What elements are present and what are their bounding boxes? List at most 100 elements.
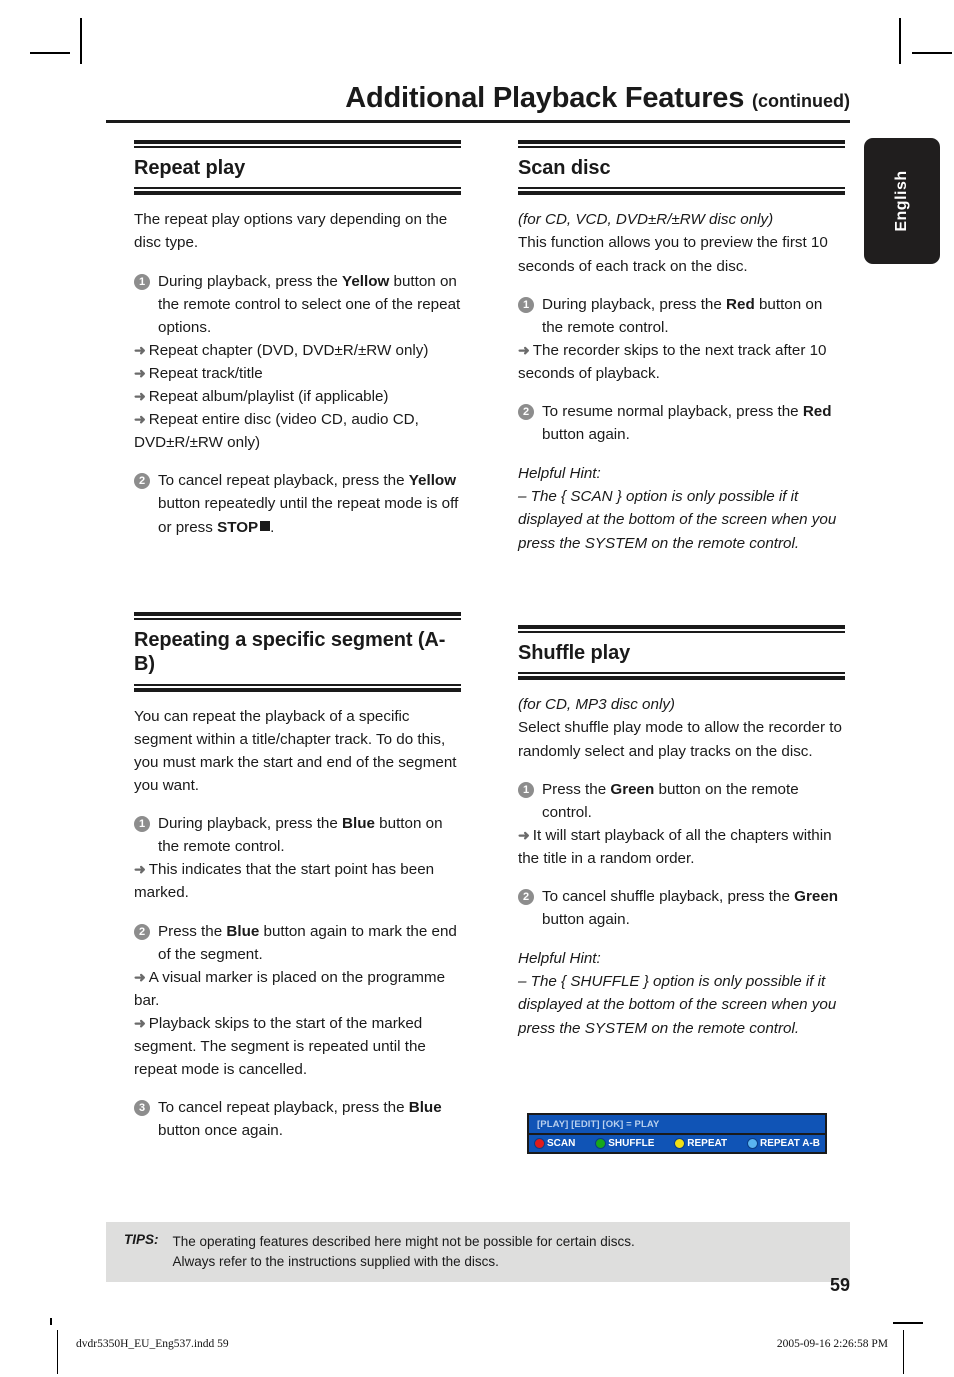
section-body: The repeat play options vary depending o… bbox=[134, 208, 461, 538]
step-result-line: ➜ A visual marker is placed on the progra… bbox=[134, 966, 461, 1012]
section-heading: Repeat play bbox=[134, 157, 246, 179]
tips-text: The operating features described here mi… bbox=[173, 1232, 635, 1271]
manual-page: Additional Playback Features (continued)… bbox=[0, 0, 954, 1377]
step-number-badge: 2 bbox=[518, 889, 534, 906]
step-text: To cancel repeat playback, press the Blu… bbox=[158, 1099, 442, 1139]
section-intro: You can repeat the playback of a specifi… bbox=[134, 707, 457, 795]
osd-button-shuffle: SHUFFLE bbox=[595, 1138, 654, 1149]
osd-status-line: [PLAY] [EDIT] [OK] = PLAY bbox=[529, 1115, 825, 1133]
step-text: During playback, press the Yellow button… bbox=[158, 273, 460, 336]
step-result-text: A visual marker is placed on the program… bbox=[134, 968, 446, 1009]
helpful-hint-label: Helpful Hint: bbox=[518, 465, 601, 483]
arrow-right-icon: ➜ bbox=[134, 411, 146, 428]
language-tab: English bbox=[864, 138, 940, 264]
emphasised-term: Red bbox=[726, 295, 755, 313]
osd-button-bar: SCAN SHUFFLE REPEAT REPEAT A-B bbox=[529, 1133, 825, 1152]
tips-label: TIPS: bbox=[124, 1232, 159, 1247]
section-heading: Scan disc bbox=[518, 157, 611, 179]
page-title-main: Additional Playback Features bbox=[345, 82, 745, 114]
emphasised-term: Green bbox=[794, 888, 839, 906]
step-result-text: Repeat album/playlist (if applicable) bbox=[148, 388, 389, 406]
page-header: Additional Playback Features (continued) bbox=[106, 84, 850, 123]
imprint-filename: dvdr5350H_EU_Eng537.indd 59 bbox=[76, 1338, 229, 1350]
step-result-text: Playback skips to the start of the marke… bbox=[134, 1014, 426, 1079]
osd-button-label: REPEAT A-B bbox=[760, 1138, 820, 1149]
arrow-right-icon: ➜ bbox=[134, 341, 146, 358]
crop-mark-bottom-right bbox=[893, 1322, 923, 1324]
step-result-line: ➜ Repeat album/playlist (if applicable) bbox=[134, 385, 461, 408]
crop-mark-top-left-horizontal bbox=[30, 52, 70, 54]
osd-button-label: REPEAT bbox=[687, 1138, 728, 1149]
step-text: To resume normal playback, press the Red… bbox=[542, 403, 832, 443]
section-rule-top bbox=[518, 140, 845, 148]
arrow-right-icon: ➜ bbox=[134, 968, 146, 985]
emphasised-term: Green bbox=[610, 780, 655, 798]
step-text: During playback, press the Blue button o… bbox=[158, 815, 443, 855]
osd-screenshot: [PLAY] [EDIT] [OK] = PLAY SCAN SHUFFLE REP… bbox=[527, 1113, 827, 1154]
step-text: To cancel repeat playback, press the Yel… bbox=[158, 472, 458, 535]
step-result-line: ➜ Playback skips to the start of the mark… bbox=[134, 1012, 461, 1081]
crop-mark-top-right-vertical bbox=[899, 18, 901, 64]
section-body: (for CD, VCD, DVD±R/±RW disc only) This f… bbox=[518, 208, 845, 554]
step-result-text: Repeat entire disc (video CD, audio CD, … bbox=[134, 411, 419, 452]
emphasised-term: Red bbox=[802, 403, 832, 421]
step-number-badge: 1 bbox=[518, 781, 534, 798]
crop-mark-top-left-vertical bbox=[80, 18, 82, 64]
section-intro: The repeat play options vary depending o… bbox=[134, 211, 448, 252]
imprint-date: 2005-09-16 2:26:58 PM bbox=[776, 1338, 888, 1350]
numbered-step: 1 Press the Green button on the remote co… bbox=[518, 778, 845, 870]
helpful-hint-text: – The { SHUFFLE } option is only possibl… bbox=[518, 973, 837, 1037]
tips-box: TIPS: The operating features described h… bbox=[106, 1222, 850, 1283]
step-result-text: The recorder skips to the next track aft… bbox=[518, 341, 827, 382]
step-text: Press the Blue button again to mark the … bbox=[158, 923, 457, 963]
step-result-text: Repeat track/title bbox=[148, 364, 263, 382]
step-text-fragment: button repeatedly until the repeat mode … bbox=[158, 495, 459, 536]
step-number-badge: 1 bbox=[134, 816, 150, 833]
step-result-line: ➜ The recorder skips to the next track af… bbox=[518, 339, 845, 385]
content-section: Repeat play The repeat play options vary … bbox=[134, 140, 461, 539]
colour-dot-icon bbox=[747, 1138, 758, 1149]
arrow-right-icon: ➜ bbox=[134, 1014, 146, 1031]
title-divider bbox=[106, 120, 850, 123]
section-rule-bottom bbox=[134, 683, 461, 692]
step-text: During playback, press the Red button on… bbox=[542, 296, 822, 336]
arrow-right-icon: ➜ bbox=[134, 861, 146, 878]
language-tab-label: English bbox=[893, 170, 910, 232]
helpful-hint-label: Helpful Hint: bbox=[518, 950, 601, 968]
section-intro: Select shuffle play mode to allow the re… bbox=[518, 719, 842, 760]
content-section: Scan disc (for CD, VCD, DVD±R/±RW disc on… bbox=[518, 140, 845, 555]
colour-dot-icon bbox=[595, 1138, 607, 1149]
arrow-right-icon: ➜ bbox=[518, 826, 530, 843]
imprint-footer: dvdr5350H_EU_Eng537.indd 59 2005-09-16 2… bbox=[0, 1338, 954, 1362]
step-number-badge: 1 bbox=[134, 273, 150, 290]
section-intro: This function allows you to preview the … bbox=[518, 234, 828, 275]
step-text-fragment: During playback, press the bbox=[542, 295, 727, 313]
arrow-right-icon: ➜ bbox=[134, 364, 146, 381]
disc-compatibility-note: (for CD, MP3 disc only) bbox=[518, 696, 675, 714]
osd-button-label: SCAN bbox=[547, 1138, 576, 1149]
osd-button-repeat-a-b: REPEAT A-B bbox=[747, 1138, 820, 1149]
step-text-fragment: To cancel shuffle playback, press the bbox=[542, 888, 795, 906]
colour-dot-icon bbox=[534, 1138, 545, 1149]
step-text-fragment: To resume normal playback, press the bbox=[542, 403, 803, 421]
numbered-step: 3 To cancel repeat playback, press the Bl… bbox=[134, 1096, 461, 1142]
emphasised-term: Blue bbox=[408, 1099, 442, 1117]
section-rule-top bbox=[134, 612, 461, 620]
step-text-fragment: . bbox=[270, 518, 275, 536]
page-title-continued: (continued) bbox=[752, 91, 850, 111]
content-section: Repeating a specific segment (A-B) You ca… bbox=[134, 612, 461, 1142]
numbered-step: 2 To resume normal playback, press the Re… bbox=[518, 400, 845, 446]
arrow-right-icon: ➜ bbox=[518, 341, 530, 358]
step-text-fragment: To cancel repeat playback, press the bbox=[158, 472, 409, 490]
content-section: Shuffle play (for CD, MP3 disc only) Selec… bbox=[518, 625, 845, 1040]
emphasised-term: Yellow bbox=[342, 272, 390, 290]
step-result-line: ➜ Repeat entire disc (video CD, audio CD,… bbox=[134, 408, 461, 454]
section-body: (for CD, MP3 disc only) Select shuffle pl… bbox=[518, 693, 845, 1039]
section-rule-top bbox=[134, 140, 461, 148]
section-rule-bottom bbox=[518, 187, 845, 196]
step-result-line: ➜ It will start playback of all the chapt… bbox=[518, 824, 845, 870]
step-text: Press the Green button on the remote con… bbox=[542, 781, 799, 821]
step-text-fragment: button once again. bbox=[158, 1122, 283, 1140]
page-number: 59 bbox=[829, 1275, 850, 1295]
left-column: Repeat play The repeat play options vary … bbox=[134, 140, 461, 1142]
